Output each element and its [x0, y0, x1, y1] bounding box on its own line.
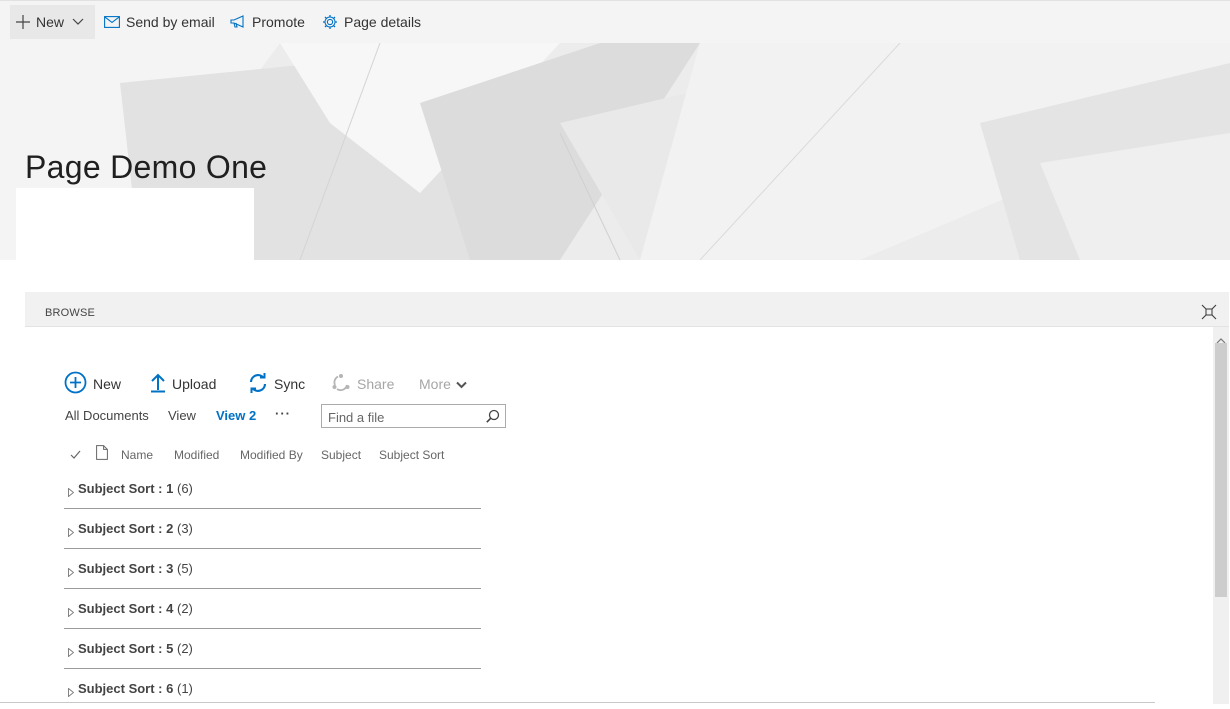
view-view-2[interactable]: View 2	[216, 408, 256, 423]
search-input[interactable]	[322, 405, 490, 429]
expand-triangle-icon[interactable]	[68, 684, 75, 702]
share-button[interactable]: Share	[331, 371, 394, 397]
upload-label: Upload	[172, 376, 217, 392]
expand-triangle-icon[interactable]	[68, 484, 75, 502]
upload-arrow-icon	[150, 373, 166, 396]
file-type-icon	[96, 445, 108, 465]
ribbon: BROWSE	[25, 292, 1229, 327]
chevron-down-icon	[456, 376, 467, 392]
send-by-email-button[interactable]: Send by email	[104, 5, 215, 39]
promote-label: Promote	[252, 14, 305, 30]
group-count: (6)	[176, 481, 193, 496]
group-count: (2)	[176, 641, 193, 656]
page-details-label: Page details	[344, 14, 422, 30]
mail-icon	[104, 16, 120, 28]
view-view[interactable]: View	[168, 408, 196, 423]
share-icon	[331, 373, 351, 396]
group-row[interactable]: Subject Sort : 2 (3)	[64, 509, 481, 549]
new-document-label: New	[93, 376, 122, 392]
megaphone-icon	[230, 15, 246, 29]
plus-circle-icon	[64, 371, 87, 397]
more-label: More	[419, 376, 451, 392]
scrollbar-thumb[interactable]	[1215, 343, 1227, 597]
sync-label: Sync	[274, 376, 306, 392]
more-views-ellipsis[interactable]: ···	[275, 406, 291, 421]
upload-button[interactable]: Upload	[150, 371, 216, 397]
view-all-documents[interactable]: All Documents	[65, 408, 149, 423]
gear-icon	[322, 14, 338, 30]
plus-icon	[16, 15, 30, 29]
new-document-button[interactable]: New	[64, 371, 121, 397]
column-header-subject[interactable]: Subject	[321, 448, 361, 462]
focus-on-content-icon[interactable]	[1201, 304, 1217, 325]
sync-button[interactable]: Sync	[248, 371, 305, 397]
group-label: Subject Sort : 5	[78, 641, 174, 656]
expand-triangle-icon[interactable]	[68, 604, 75, 622]
divider	[0, 702, 1155, 703]
group-row[interactable]: Subject Sort : 5 (2)	[64, 629, 481, 669]
new-menu-label: New	[36, 14, 65, 30]
group-row[interactable]: Subject Sort : 3 (5)	[64, 549, 481, 589]
group-label: Subject Sort : 6	[78, 681, 174, 696]
find-a-file-search	[321, 404, 506, 429]
page-details-button[interactable]: Page details	[322, 5, 421, 39]
more-menu-button[interactable]: More	[419, 371, 467, 397]
sync-icon	[248, 372, 268, 396]
ribbon-tab-browse[interactable]: BROWSE	[45, 307, 95, 319]
group-label: Subject Sort : 4	[78, 601, 174, 616]
column-header-modified[interactable]: Modified	[174, 448, 219, 462]
group-count: (1)	[176, 681, 193, 696]
group-label: Subject Sort : 2	[78, 521, 174, 536]
group-row[interactable]: Subject Sort : 4 (2)	[64, 589, 481, 629]
expand-triangle-icon[interactable]	[68, 524, 75, 542]
group-row[interactable]: Subject Sort : 1 (6)	[64, 469, 481, 509]
group-count: (5)	[176, 561, 193, 576]
hero-banner: Page Demo One	[0, 43, 1230, 260]
expand-triangle-icon[interactable]	[68, 644, 75, 662]
share-label: Share	[357, 376, 395, 392]
promote-button[interactable]: Promote	[230, 5, 305, 39]
send-by-email-label: Send by email	[126, 14, 215, 30]
group-count: (3)	[176, 521, 193, 536]
select-all-checkmark-icon[interactable]	[70, 447, 81, 465]
column-header-modified-by[interactable]: Modified By	[240, 448, 303, 462]
search-icon[interactable]	[486, 409, 500, 428]
column-header-subject-sort[interactable]: Subject Sort	[379, 448, 444, 462]
vertical-scrollbar[interactable]	[1213, 327, 1229, 704]
new-menu-button[interactable]: New	[10, 5, 95, 39]
command-bar: New Send by email Promote Page details	[0, 0, 1230, 43]
group-count: (2)	[176, 601, 193, 616]
group-row[interactable]: Subject Sort : 6 (1)	[64, 669, 481, 709]
page-title: Page Demo One	[25, 149, 268, 185]
title-area-panel	[16, 188, 254, 260]
expand-triangle-icon[interactable]	[68, 564, 75, 582]
column-header-name[interactable]: Name	[121, 448, 153, 462]
group-label: Subject Sort : 1	[78, 481, 174, 496]
chevron-down-icon	[72, 18, 84, 26]
group-label: Subject Sort : 3	[78, 561, 174, 576]
